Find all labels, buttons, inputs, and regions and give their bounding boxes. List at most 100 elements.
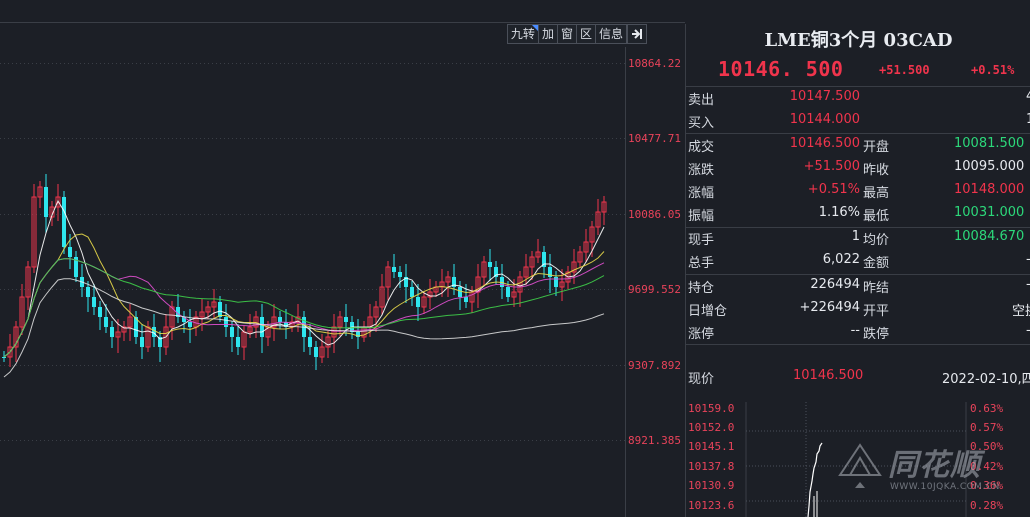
instrument-title: LME铜3个月 03CAD [764, 30, 953, 51]
stat-label: 涨停 [688, 327, 715, 342]
stat-label: 总手 [688, 256, 715, 271]
sell-value: 10147.500 [789, 89, 860, 104]
sell-label: 卖出 [688, 93, 715, 108]
stat-label: 现手 [688, 233, 715, 248]
buy-size: 1 [1026, 112, 1030, 127]
candle-body [44, 187, 48, 217]
stat-value: 10081.500 [954, 136, 1025, 151]
stat-value: +0.51% [807, 182, 860, 197]
candle-body [278, 317, 282, 322]
price-tick: 9699.552 [628, 283, 681, 296]
expand-panel-icon[interactable] [627, 24, 647, 44]
kline-chart[interactable]: 10864.22 10477.71 10086.05 9699.552 9307… [0, 47, 685, 517]
mini-right-tick: 0.28% [970, 499, 1004, 512]
stat-row: 现手 1 均价 10084.670 [686, 229, 1030, 251]
stat-row: 涨停 -- 跌停 - [686, 323, 1030, 345]
stat-label: 日增仓 [688, 304, 728, 319]
stat-row: 总手 6,022 金额 - [686, 252, 1030, 274]
mini-right-tick: 0.63% [970, 402, 1004, 415]
candle-body [104, 317, 108, 327]
stat-label: 持仓 [688, 281, 715, 296]
candle-body [416, 297, 420, 307]
stat-label: 昨收 [863, 163, 890, 178]
stat-value: 10148.000 [954, 182, 1025, 197]
price-tick: 10086.05 [628, 208, 681, 221]
stat-row: 涨幅 +0.51% 最高 10148.000 [686, 182, 1030, 204]
stat-label: 涨跌 [688, 163, 715, 178]
candle-body [224, 317, 228, 327]
stat-label: 涨幅 [688, 186, 715, 201]
divider [686, 227, 1030, 228]
candle-body [260, 317, 264, 337]
sell-size: 4 [1026, 89, 1030, 104]
stat-value: 6,022 [822, 252, 860, 267]
ask-row: 卖出 10147.500 4 [686, 89, 1030, 111]
candle-body [488, 262, 492, 267]
stat-value: 10031.000 [954, 205, 1025, 220]
candle-body [92, 297, 96, 307]
stat-value: - [1026, 277, 1030, 292]
divider [686, 274, 1030, 275]
stat-label: 昨结 [863, 281, 890, 296]
candle-body [110, 327, 114, 337]
stat-label: 振幅 [688, 209, 715, 224]
candle-body [68, 247, 72, 257]
stat-label: 最高 [863, 186, 890, 201]
candlestick-plot[interactable] [0, 47, 685, 517]
candle-body [140, 337, 144, 347]
range-button[interactable]: 区 [575, 24, 596, 44]
window-button[interactable]: 窗 [556, 24, 577, 44]
stat-value: 10084.670 [954, 229, 1025, 244]
stat-value: - [1026, 252, 1030, 267]
stat-row: 成交 10146.500 开盘 10081.500 [686, 136, 1030, 158]
mini-price-line [807, 442, 823, 517]
add-button[interactable]: 加 [537, 24, 558, 44]
price-tick: 10864.22 [628, 57, 681, 70]
stat-value: -- [850, 323, 860, 338]
stat-row: 涨跌 +51.500 昨收 10095.000 [686, 159, 1030, 181]
candle-body [308, 337, 312, 347]
candle-body [2, 357, 6, 358]
stat-value: 226494 [810, 277, 860, 292]
price-tick: 10477.71 [628, 132, 681, 145]
stat-label: 成交 [688, 140, 715, 155]
candle-body [188, 322, 192, 327]
chart-toolbar: 九转 加 窗 区 信息 [0, 0, 685, 47]
mini-left-tick: 10159.0 [688, 402, 735, 415]
nine-turn-button[interactable]: 九转 [506, 24, 539, 44]
watermark-brand: 同花顺 [888, 448, 981, 483]
info-button[interactable]: 信息 [594, 24, 627, 44]
mini-left-tick: 10152.0 [688, 421, 735, 434]
chart-grid [0, 63, 625, 441]
price-tick: 8921.385 [628, 434, 681, 447]
stat-value: +226494 [799, 300, 860, 315]
bid-row: 买入 10144.000 1 [686, 112, 1030, 134]
now-value: 10146.500 [793, 368, 864, 383]
candle-body [506, 287, 510, 297]
stat-value: - [1026, 323, 1030, 338]
candle-body [236, 337, 240, 347]
candle-body [392, 267, 396, 272]
buy-label: 买入 [688, 116, 715, 131]
candle-body [344, 317, 348, 322]
watermark-url: WWW.10JQKA.COM.CN [890, 482, 1000, 492]
stat-value: 1.16% [818, 205, 860, 220]
stat-value: 10095.000 [954, 159, 1025, 174]
divider [686, 344, 1030, 345]
mini-left-tick: 10145.1 [688, 440, 735, 453]
stat-label: 金额 [863, 256, 890, 271]
stat-value: +51.500 [803, 159, 860, 174]
candle-body [458, 287, 462, 297]
mini-left-tick: 10130.9 [688, 479, 735, 492]
stat-value: 1 [851, 229, 860, 244]
mini-right-tick: 0.57% [970, 421, 1004, 434]
stat-label: 最低 [863, 209, 890, 224]
price-change-pct: +0.51% [971, 63, 1015, 77]
candle-body [98, 307, 102, 317]
candle-body [152, 327, 156, 337]
candle-body [230, 327, 234, 337]
candle-body [410, 287, 414, 297]
candle-body [62, 197, 66, 247]
stat-label: 均价 [863, 233, 890, 248]
stat-row: 日增仓 +226494 开平 空换 [686, 300, 1030, 322]
